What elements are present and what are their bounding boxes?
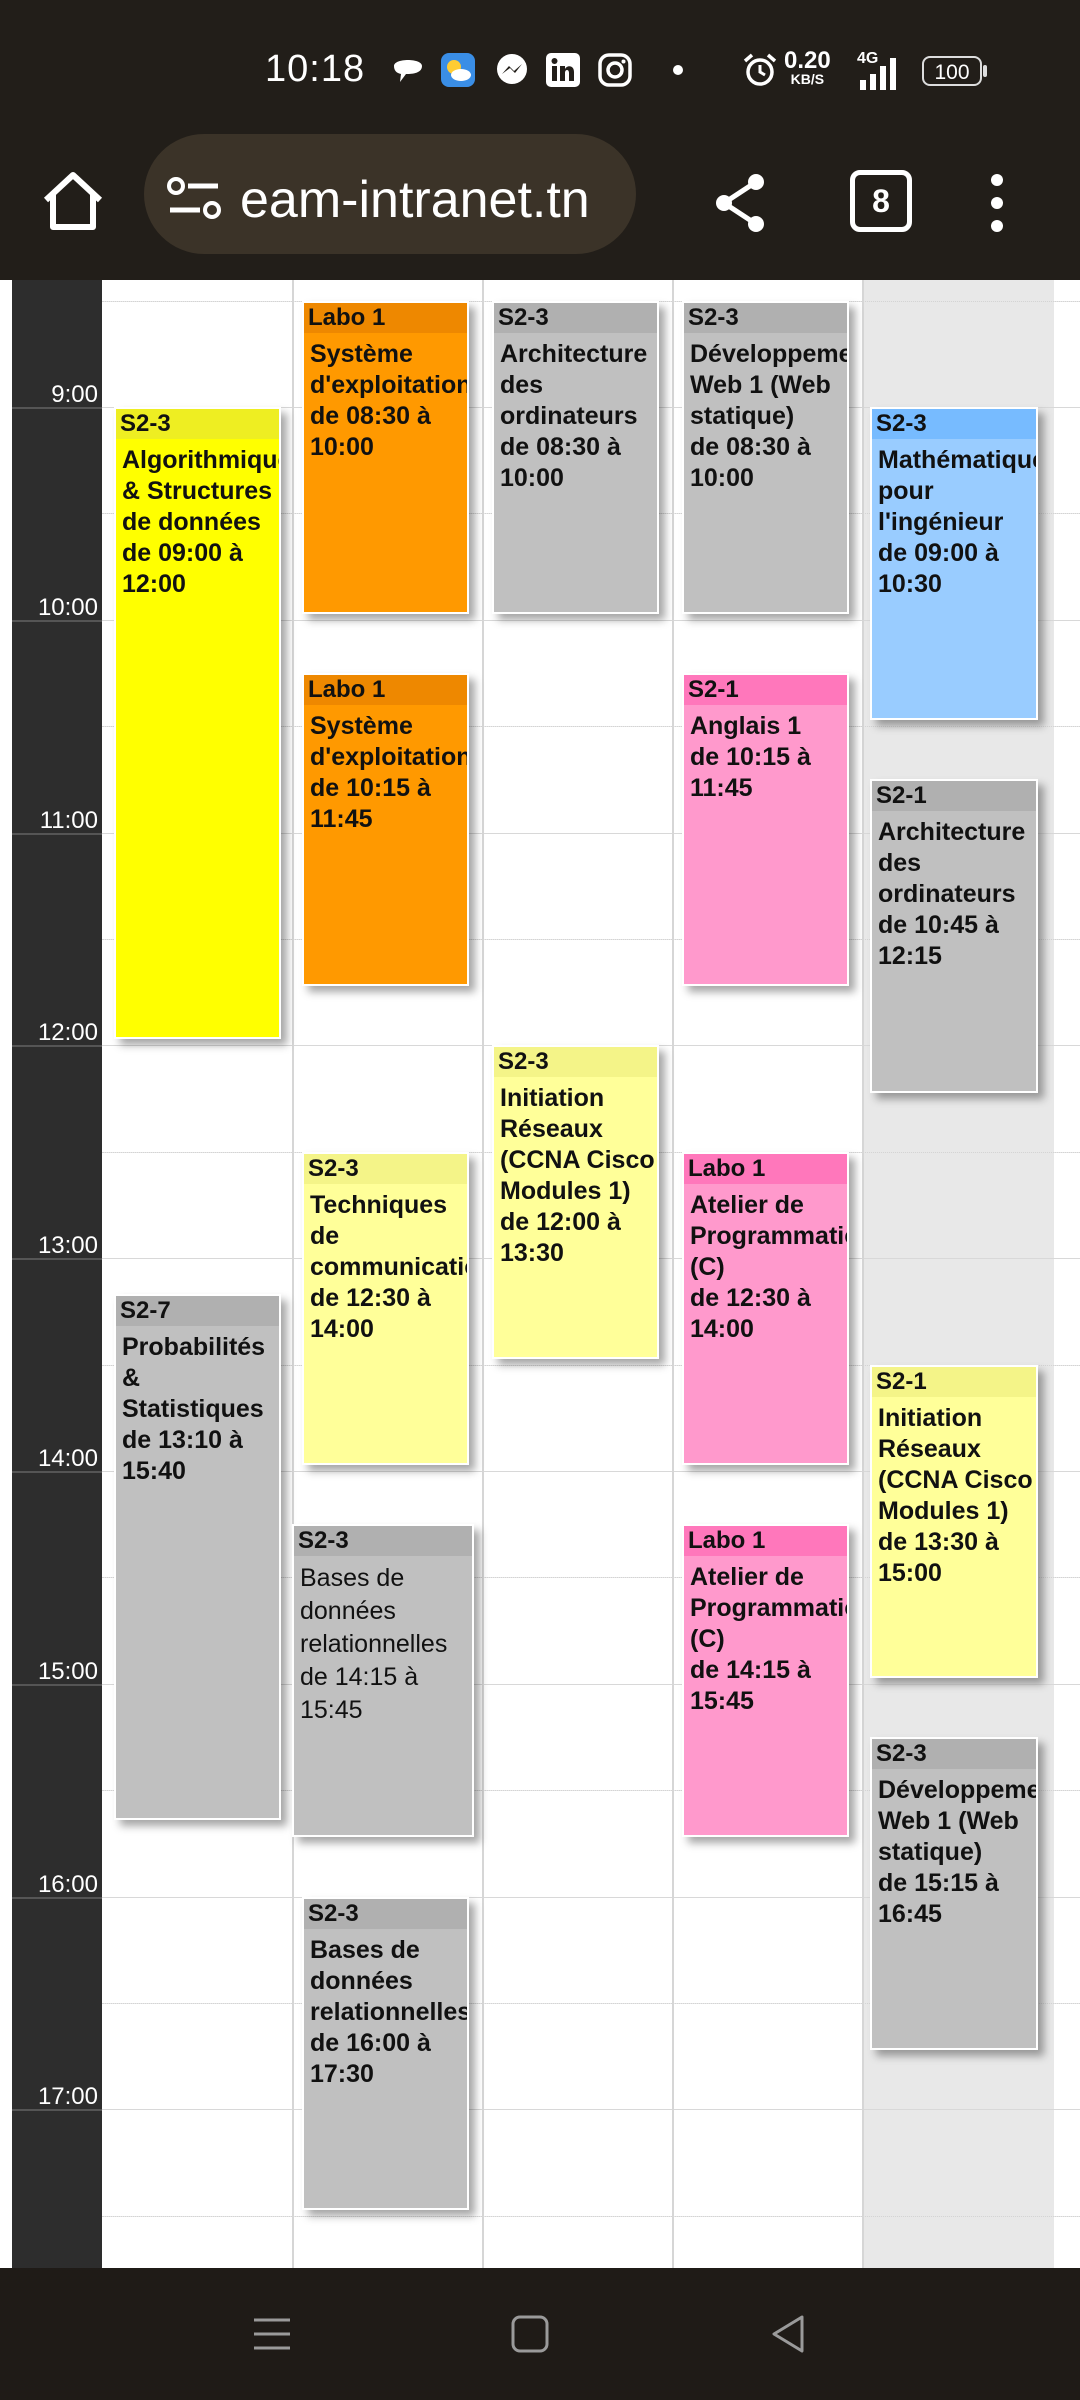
hour-label: 16:00 [37,1870,98,1898]
calendar-event[interactable]: S2-7 Probabilités & Statistiques de 13:10… [114,1293,281,1820]
event-room: S2-3 [684,302,847,333]
hour-label: 9:00 [51,381,98,408]
more-vert-icon[interactable] [985,168,1009,238]
calendar-event[interactable]: S2-3 Développement Web 1 (Web statique) d… [870,1737,1038,2051]
event-room: S2-3 [872,409,1036,439]
event-title: Architecture des ordinateurs de 10:45 à … [878,818,1026,971]
hour-line [102,2109,1080,2111]
url-text[interactable]: eam-intranet.tn [240,170,590,230]
weekly-timetable[interactable]: 9:00 10:00 11:00 12:00 13:00 14:00 15:00 16:00 1… [0,280,1080,2268]
system-nav-bar [0,2268,1080,2400]
calendar-event[interactable]: S2-1 Anglais 1 de 10:15 à 11:45 [682,673,849,987]
calendar-event[interactable]: Labo 1 Système d'exploitation de 08:30 à … [302,300,469,614]
event-room: Labo 1 [304,675,467,705]
hour-label: 15:00 [37,1657,98,1685]
signal-icon [860,58,896,90]
event-room: S2-3 [294,1526,472,1557]
event-title: Bases de données relationnelles de 14:15… [300,1564,448,1725]
url-bar[interactable]: eam-intranet.tn [144,134,636,254]
net-speed-unit: KB/S [790,71,825,87]
event-title: Techniques de communication de 12:30 à 1… [310,1190,467,1343]
event-room: S2-7 [116,1295,279,1326]
calendar-event[interactable]: S2-1 Initiation Réseaux (CCNA Cisco Modul… [870,1364,1038,1678]
day-column-divider [482,280,484,2268]
network-speed: 0.20 KB/S [784,47,831,88]
home-icon[interactable] [38,166,108,236]
event-room: Labo 1 [684,1526,847,1557]
event-title: Développement Web 1 (Web statique) de 15… [878,1776,1038,1928]
event-room: S2-3 [304,1898,467,1929]
calendar-event[interactable]: S2-3 Architecture des ordinateurs de 08:3… [492,300,659,614]
calendar-event[interactable]: Labo 1 Atelier de Programmation (C) de 12… [682,1151,849,1465]
time-column: 9:00 10:00 11:00 12:00 13:00 14:00 15:00 16:00 1… [12,280,102,2268]
event-title: Probabilités & Statistiques de 13:10 à 1… [122,1332,266,1485]
event-room: Labo 1 [684,1153,847,1184]
calendar-event[interactable]: S2-3 Algorithmique & Structures de donnée… [114,407,281,1040]
event-title: Système d'exploitation de 10:15 à 11:45 [310,712,469,833]
event-room: S2-1 [684,675,847,705]
messenger-icon [497,54,527,84]
hour-label: 14:00 [37,1445,98,1472]
hour-label: 17:00 [37,2083,98,2111]
event-title: Atelier de Programmation (C) de 12:30 à … [690,1190,847,1343]
battery-icon: 100 [922,56,982,86]
event-room: S2-3 [872,1739,1036,1769]
hour-label: 11:00 [39,806,98,834]
calendar-event[interactable]: S2-3 Développement Web 1 (Web statique) d… [682,300,849,614]
status-clock: 10:18 [265,48,366,90]
back-icon[interactable] [766,2312,810,2356]
day-column-divider [862,280,864,2268]
day-column-divider [292,280,294,2268]
home-nav-icon[interactable] [508,2312,552,2356]
tabs-icon[interactable]: 8 [850,170,912,232]
event-title: Développement Web 1 (Web statique) de 08… [690,339,849,492]
event-room: S2-3 [494,302,657,333]
event-room: S2-3 [494,1047,657,1078]
event-title: Architecture des ordinateurs de 08:30 à … [500,339,648,492]
calendar-event[interactable]: S2-3 Bases de données relationnelles de 1… [302,1896,469,2210]
event-room: Labo 1 [304,302,467,333]
calendar-event[interactable]: S2-3 Initiation Réseaux (CCNA Cisco Modul… [492,1045,659,1359]
event-room: S2-1 [872,781,1036,812]
status-bar: 10:18 0.20 KB/S 4G 100 [0,0,1080,128]
alarm-icon [743,53,777,86]
browser-toolbar: eam-intranet.tn 8 [0,128,1080,280]
event-title: Anglais 1 de 10:15 à 11:45 [690,712,811,802]
battery-tip [983,65,987,77]
calendar-event[interactable]: Labo 1 Système d'exploitation de 10:15 à … [302,673,469,987]
calendar-event[interactable]: S2-3 Mathématiques pour l'ingénieur de 09… [870,407,1038,721]
event-room: S2-1 [872,1366,1036,1397]
event-room: S2-3 [116,409,279,439]
recent-apps-icon[interactable] [250,2312,294,2356]
chat-bubble-icon [394,60,422,82]
calendar-event[interactable]: Labo 1 Atelier de Programmation (C) de 14… [682,1524,849,1838]
event-title: Système d'exploitation de 08:30 à 10:00 [310,339,469,461]
event-title: Initiation Réseaux (CCNA Cisco Modules 1… [500,1084,655,1268]
event-title: Mathématiques pour l'ingénieur de 09:00 … [878,446,1036,598]
hour-label: 12:00 [37,1019,98,1047]
dot-icon [673,65,683,75]
net-speed-value: 0.20 [784,47,831,74]
half-hour-line [102,2215,1080,2217]
hour-label: 10:00 [37,593,98,621]
weather-icon [441,53,475,87]
event-title: Initiation Réseaux (CCNA Cisco Modules 1… [878,1403,1033,1587]
site-settings-icon[interactable] [164,174,224,224]
share-icon[interactable] [710,168,770,238]
day-column-divider [672,280,674,2268]
hour-label: 13:00 [37,1232,98,1260]
event-room: S2-3 [304,1153,467,1184]
calendar-event[interactable]: S2-3 Techniques de communication de 12:30… [302,1151,469,1465]
linkedin-icon [546,53,580,87]
event-title: Atelier de Programmation (C) de 14:15 à … [690,1563,847,1716]
calendar-event[interactable]: S2-3 Bases de données relationnelles de 1… [292,1524,474,1838]
event-title: Algorithmique & Structures de données de… [122,446,281,598]
instagram-icon [598,53,632,87]
event-title: Bases de données relationnelles de 16:00… [310,1935,469,2088]
calendar-event[interactable]: S2-1 Architecture des ordinateurs de 10:4… [870,779,1038,1093]
